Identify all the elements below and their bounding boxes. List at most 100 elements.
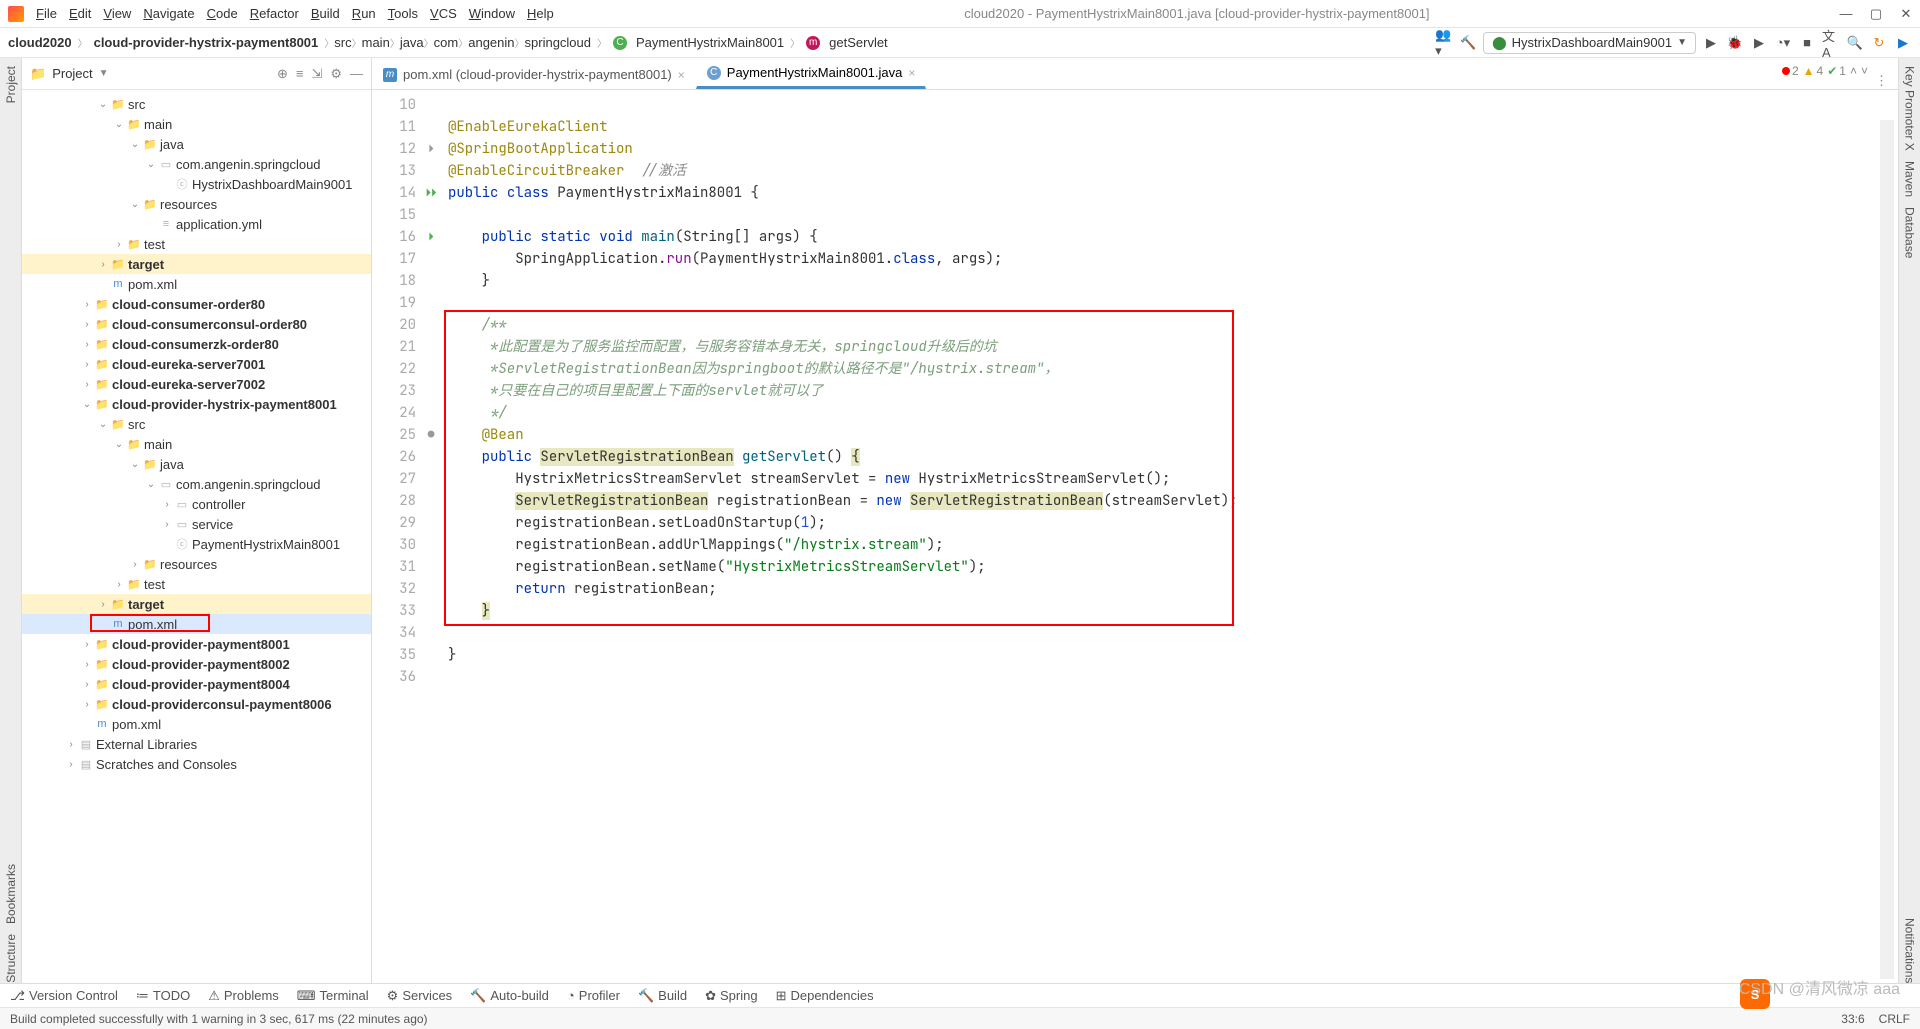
tree-item[interactable]: ⌄📁main	[22, 114, 371, 134]
menu-build[interactable]: Build	[311, 6, 340, 21]
run-config-selector[interactable]: ⬤ HystrixDashboardMain9001 ▼	[1483, 32, 1696, 54]
minimize-button[interactable]: —	[1840, 8, 1852, 20]
project-tool-button[interactable]: Project	[4, 66, 18, 103]
tree-item[interactable]: ›📁cloud-provider-payment8004	[22, 674, 371, 694]
bottom-tool-spring[interactable]: ✿Spring	[705, 988, 757, 1004]
code-editor[interactable]: @EnableEurekaClient@SpringBootApplicatio…	[440, 90, 1898, 983]
breadcrumb-segment[interactable]: java	[400, 35, 424, 50]
breadcrumb-method[interactable]: getServlet	[829, 35, 888, 50]
project-tree[interactable]: ⌄📁src⌄📁main⌄📁java⌄▭com.angenin.springclo…	[22, 90, 371, 983]
maximize-button[interactable]: ▢	[1870, 8, 1882, 20]
line-separator[interactable]: CRLF	[1879, 1012, 1910, 1026]
tree-item[interactable]: ⌄📁cloud-provider-hystrix-payment8001	[22, 394, 371, 414]
expand-icon[interactable]: ≡	[296, 66, 304, 82]
keypromoter-tool-button[interactable]: Key Promoter X	[1903, 66, 1917, 151]
tree-item[interactable]: ⌄▭com.angenin.springcloud	[22, 154, 371, 174]
editor-tab[interactable]: CPaymentHystrixMain8001.java×	[696, 58, 927, 89]
bookmarks-tool-button[interactable]: Bookmarks	[4, 864, 18, 924]
bottom-tool-dependencies[interactable]: ⊞Dependencies	[776, 988, 874, 1004]
tree-item[interactable]: ›📁test	[22, 234, 371, 254]
inspection-indicators[interactable]: 2 ▲4 ✔1 ˄ ˅	[1782, 64, 1868, 78]
tree-item[interactable]: mpom.xml	[22, 714, 371, 734]
bottom-tool-todo[interactable]: ≔TODO	[136, 988, 190, 1004]
menu-help[interactable]: Help	[527, 6, 554, 21]
tree-item[interactable]: ›📁cloud-consumer-order80	[22, 294, 371, 314]
inspection-up-icon[interactable]: ˄	[1850, 64, 1857, 78]
inspection-down-icon[interactable]: ˅	[1861, 64, 1868, 78]
tree-item[interactable]: ≡application.yml	[22, 214, 371, 234]
translate-icon[interactable]: 文A	[1822, 34, 1840, 52]
tree-item[interactable]: ›📁target	[22, 254, 371, 274]
tree-item[interactable]: ›▤External Libraries	[22, 734, 371, 754]
tree-item[interactable]: ›📁cloud-consumerzk-order80	[22, 334, 371, 354]
menu-tools[interactable]: Tools	[388, 6, 418, 21]
breadcrumb-segment[interactable]: src	[334, 35, 351, 50]
update-icon[interactable]: ↻	[1870, 34, 1888, 52]
breadcrumb-module[interactable]: cloud-provider-hystrix-payment8001	[94, 35, 319, 50]
tree-item[interactable]: ⌄📁main	[22, 434, 371, 454]
tree-item[interactable]: ⓒPaymentHystrixMain8001	[22, 534, 371, 554]
build-icon[interactable]: 🔨	[1459, 34, 1477, 52]
stop-button[interactable]: ■	[1798, 34, 1816, 52]
tree-item[interactable]: ›📁target	[22, 594, 371, 614]
tree-item[interactable]: ⌄📁resources	[22, 194, 371, 214]
bottom-tool-terminal[interactable]: ⌨Terminal	[297, 988, 369, 1004]
tree-item[interactable]: ›📁cloud-eureka-server7001	[22, 354, 371, 374]
tree-item[interactable]: ›▭controller	[22, 494, 371, 514]
tree-item[interactable]: mpom.xml	[22, 274, 371, 294]
notifications-tool-button[interactable]: Notifications	[1903, 918, 1917, 983]
line-number-gutter[interactable]: 1011121314151617181920212223242526272829…	[372, 90, 422, 983]
tree-item[interactable]: ⓒHystrixDashboardMain9001	[22, 174, 371, 194]
close-tab-icon[interactable]: ×	[678, 68, 685, 82]
breadcrumb-segment[interactable]: springcloud	[525, 35, 592, 50]
bottom-tool-auto-build[interactable]: 🔨Auto-build	[470, 988, 549, 1004]
run-button[interactable]: ▶	[1702, 34, 1720, 52]
tabs-more-icon[interactable]: ⋮	[1865, 73, 1898, 89]
hide-icon[interactable]: —	[350, 66, 363, 82]
menu-vcs[interactable]: VCS	[430, 6, 457, 21]
tree-item[interactable]: ⌄▭com.angenin.springcloud	[22, 474, 371, 494]
breadcrumb-segment[interactable]: main	[362, 35, 390, 50]
close-tab-icon[interactable]: ×	[908, 66, 915, 80]
close-button[interactable]: ✕	[1900, 8, 1912, 20]
tree-item[interactable]: ›📁cloud-provider-payment8001	[22, 634, 371, 654]
menu-window[interactable]: Window	[469, 6, 515, 21]
menu-navigate[interactable]: Navigate	[143, 6, 194, 21]
debug-button[interactable]: 🐞	[1726, 34, 1744, 52]
error-stripe[interactable]	[1880, 120, 1894, 979]
bottom-tool-version-control[interactable]: ⎇Version Control	[10, 988, 118, 1004]
search-icon[interactable]: 🔍	[1846, 34, 1864, 52]
coverage-button[interactable]: ▶	[1750, 34, 1768, 52]
tree-item[interactable]: ⌄📁java	[22, 454, 371, 474]
tree-item[interactable]: ›▭service	[22, 514, 371, 534]
settings-icon[interactable]: ⚙	[330, 66, 342, 82]
tree-item[interactable]: ›📁cloud-providerconsul-payment8006	[22, 694, 371, 714]
breadcrumb-segment[interactable]: com	[434, 35, 459, 50]
users-icon[interactable]: 👥▾	[1435, 34, 1453, 52]
tree-item[interactable]: ›▤Scratches and Consoles	[22, 754, 371, 774]
tree-item[interactable]: ⌄📁src	[22, 414, 371, 434]
tree-item[interactable]: ⌄📁java	[22, 134, 371, 154]
bottom-tool-build[interactable]: 🔨Build	[638, 988, 687, 1004]
tree-item[interactable]: ›📁cloud-provider-payment8002	[22, 654, 371, 674]
menu-file[interactable]: File	[36, 6, 57, 21]
ide-settings-icon[interactable]: ▶	[1894, 34, 1912, 52]
structure-tool-button[interactable]: Structure	[4, 934, 18, 983]
profile-button[interactable]: ◔▾	[1774, 34, 1792, 52]
menu-run[interactable]: Run	[352, 6, 376, 21]
menu-code[interactable]: Code	[207, 6, 238, 21]
caret-position[interactable]: 33:6	[1841, 1012, 1864, 1026]
menu-refactor[interactable]: Refactor	[250, 6, 299, 21]
bottom-tool-problems[interactable]: ⚠Problems	[208, 988, 279, 1004]
bottom-tool-services[interactable]: ⚙Services	[387, 988, 453, 1004]
tree-item[interactable]: ›📁resources	[22, 554, 371, 574]
collapse-icon[interactable]: ⇲	[311, 66, 322, 82]
menu-view[interactable]: View	[103, 6, 131, 21]
breadcrumb-segment[interactable]: angenin	[468, 35, 514, 50]
editor-tab[interactable]: mpom.xml (cloud-provider-hystrix-payment…	[372, 60, 696, 89]
bottom-tool-profiler[interactable]: ◔Profiler	[567, 988, 620, 1003]
tree-item[interactable]: ›📁cloud-eureka-server7002	[22, 374, 371, 394]
tree-item[interactable]: ›📁test	[22, 574, 371, 594]
gutter-icons[interactable]: ⏵⏵⏵⏵●	[422, 90, 440, 983]
breadcrumb-class[interactable]: PaymentHystrixMain8001	[636, 35, 784, 50]
